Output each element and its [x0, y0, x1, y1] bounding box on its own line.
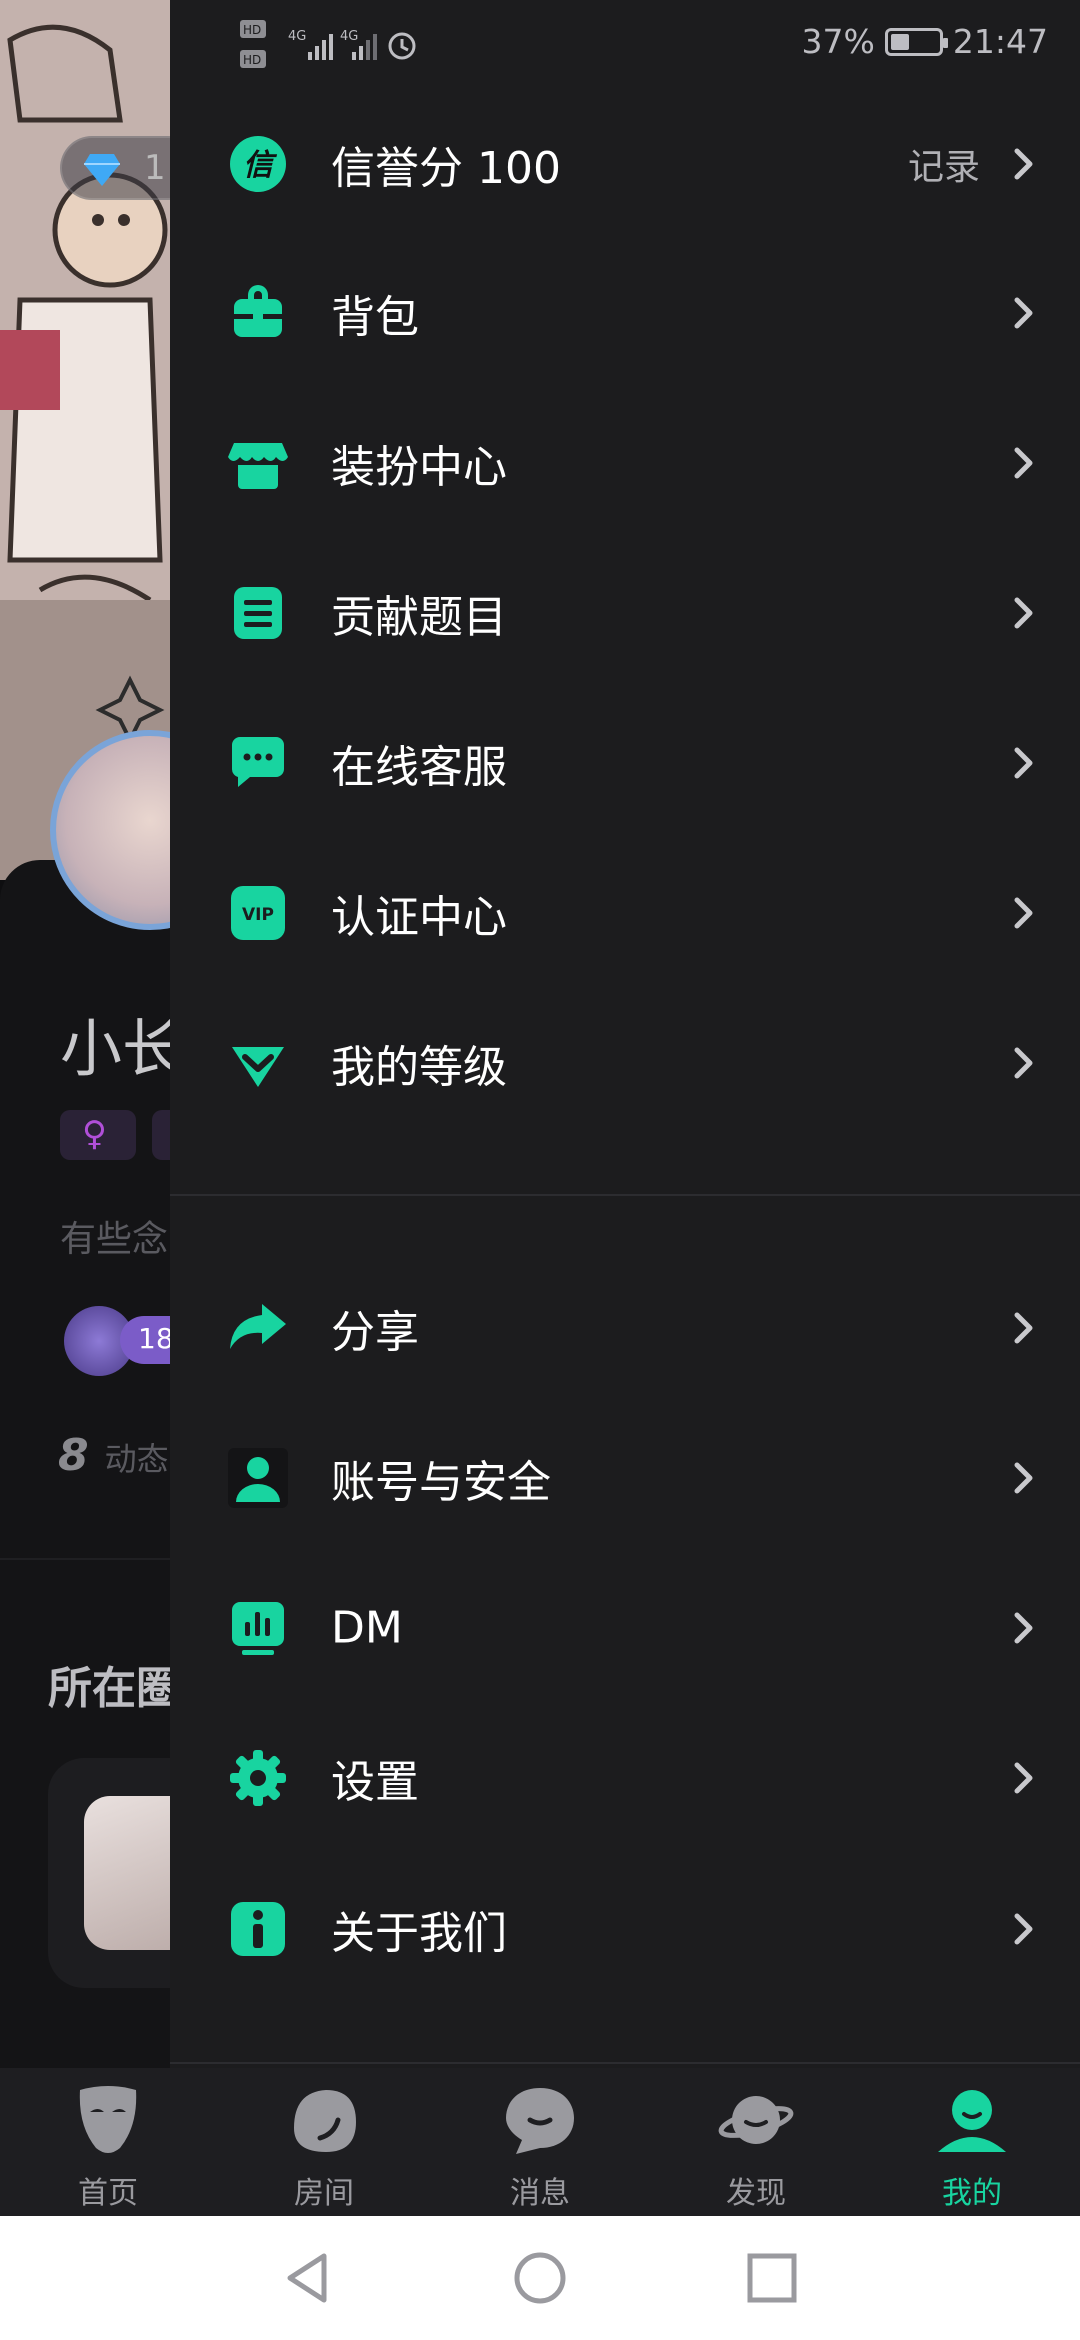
document-icon — [228, 583, 288, 643]
store-icon — [228, 433, 288, 493]
chevron-right-icon — [1014, 1612, 1033, 1644]
gender-tag: ♀ — [60, 1110, 136, 1160]
credit-icon: 信 — [228, 134, 288, 194]
battery-percent: 37% — [801, 22, 875, 61]
bottom-nav: 首页 房间 消息 发现 我的 — [0, 2068, 1080, 2216]
gear-icon — [228, 1748, 288, 1808]
profile-icon — [938, 2090, 1006, 2152]
svg-text:4G: 4G — [288, 29, 306, 44]
info-icon — [228, 1899, 288, 1959]
message-icon — [506, 2088, 574, 2154]
tab-mine[interactable]: 我的 — [864, 2068, 1080, 2216]
posts-count: 8 — [58, 1430, 89, 1481]
share-icon — [228, 1298, 288, 1358]
section-title: 所在圈 — [48, 1663, 180, 1714]
divider — [0, 1558, 170, 1560]
svg-text:HD: HD — [243, 23, 261, 37]
chevron-right-icon — [1014, 597, 1033, 629]
chevron-right-icon — [1014, 897, 1033, 929]
menu-label: 我的等级 — [331, 1042, 507, 1093]
menu-item-settings[interactable]: 设置 — [170, 1703, 1080, 1853]
room-icon — [294, 2090, 356, 2152]
chat-icon — [228, 733, 288, 793]
network-status-icons: HD HD 4G 4G — [240, 20, 416, 68]
chevron-right-icon — [1014, 148, 1033, 180]
tab-label: 首页 — [78, 2176, 138, 2211]
diamond-count: 1 — [144, 148, 166, 188]
menu-item-backpack[interactable]: 背包 — [170, 238, 1080, 388]
chevron-right-icon — [1014, 447, 1033, 479]
menu-divider — [170, 1194, 1080, 1196]
diamond-icon — [228, 1033, 288, 1093]
menu-item-dress-center[interactable]: 装扮中心 — [170, 388, 1080, 538]
menu-label: DM — [331, 1602, 403, 1654]
chevron-right-icon — [1014, 1462, 1033, 1494]
chevron-right-icon — [1014, 1047, 1033, 1079]
tab-label: 我的 — [942, 2176, 1002, 2211]
tab-messages[interactable]: 消息 — [432, 2068, 648, 2216]
menu-label: 认证中心 — [331, 892, 507, 943]
svg-text:信: 信 — [243, 148, 278, 183]
back-icon[interactable] — [278, 2248, 338, 2308]
menu-label: 贡献题目 — [331, 592, 507, 643]
clock: 21:47 — [952, 22, 1048, 61]
svg-text:HD: HD — [243, 53, 261, 67]
chevron-right-icon — [1014, 1762, 1033, 1794]
backpack-icon — [228, 283, 288, 343]
posts-label: 动态 — [104, 1440, 169, 1478]
menu-item-contribute[interactable]: 贡献题目 — [170, 538, 1080, 688]
tab-label: 房间 — [294, 2176, 354, 2211]
menu-item-share[interactable]: 分享 — [170, 1253, 1080, 1403]
chevron-right-icon — [1014, 297, 1033, 329]
profile-signature: 有些念 — [60, 1219, 169, 1260]
home-icon[interactable] — [510, 2248, 570, 2308]
chevron-right-icon — [1014, 747, 1033, 779]
mask-icon — [79, 2086, 137, 2153]
chart-icon — [228, 1598, 288, 1658]
menu-label: 设置 — [331, 1757, 419, 1808]
chevron-right-icon — [1014, 1312, 1033, 1344]
tab-discover[interactable]: 发现 — [648, 2068, 864, 2216]
svg-text:4G: 4G — [340, 29, 358, 44]
menu-divider — [170, 2062, 1080, 2064]
tab-label: 发现 — [726, 2176, 786, 2211]
menu-item-account-security[interactable]: 账号与安全 — [170, 1403, 1080, 1553]
menu-item-my-level[interactable]: 我的等级 — [170, 988, 1080, 1138]
system-navigation-bar — [0, 2216, 1080, 2340]
diamond-icon — [84, 152, 120, 186]
tab-home[interactable]: 首页 — [0, 2068, 216, 2216]
status-bar-right: 37% 21:47 — [802, 22, 1048, 61]
recents-icon[interactable] — [742, 2248, 802, 2308]
user-icon — [228, 1448, 288, 1508]
menu-item-about[interactable]: 关于我们 — [170, 1854, 1080, 2004]
menu-label: 账号与安全 — [331, 1457, 551, 1508]
menu-label: 关于我们 — [331, 1908, 507, 1959]
posts-stat[interactable]: 8 动态 — [58, 1430, 169, 1481]
menu-item-credit[interactable]: 信 信誉分 100 记录 — [170, 89, 1080, 239]
svg-text:VIP: VIP — [242, 905, 274, 925]
menu-item-verification[interactable]: VIP 认证中心 — [170, 838, 1080, 988]
battery-icon — [884, 27, 948, 56]
menu-label: 背包 — [331, 292, 419, 343]
vip-icon: VIP — [228, 883, 288, 943]
menu-label: 装扮中心 — [331, 442, 507, 493]
menu-label: 在线客服 — [331, 742, 507, 793]
tab-room[interactable]: 房间 — [216, 2068, 432, 2216]
menu-item-dm[interactable]: DM — [170, 1553, 1080, 1703]
profile-name: 小长 — [60, 1012, 185, 1085]
tab-label: 消息 — [510, 2176, 570, 2211]
credit-record-link[interactable]: 记录 — [908, 138, 980, 190]
female-icon: ♀ — [82, 1114, 107, 1154]
menu-label: 分享 — [331, 1307, 419, 1358]
chevron-right-icon — [1014, 1913, 1033, 1945]
credit-label: 信誉分 100 — [331, 143, 561, 194]
menu-item-customer-service[interactable]: 在线客服 — [170, 688, 1080, 838]
planet-icon — [718, 2096, 794, 2144]
